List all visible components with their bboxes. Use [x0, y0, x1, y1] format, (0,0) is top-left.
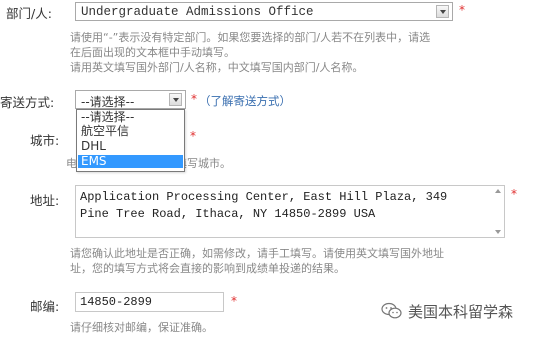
wechat-logo-icon	[381, 302, 403, 320]
shipping-label: 寄送方式:	[0, 95, 55, 110]
shipping-select[interactable]: --请选择--	[75, 90, 186, 109]
postcode-hint: 请仔细核对邮编，保证准确。	[70, 321, 213, 334]
shipping-dropdown-list[interactable]: --请选择-- 航空平信 DHL EMS	[76, 109, 185, 172]
department-hint-line: 在后面出现的文本框中手动填写。	[70, 46, 235, 59]
shipping-help-link[interactable]: （了解寄送方式）	[199, 93, 291, 109]
chevron-down-icon[interactable]	[169, 93, 182, 106]
address-line: Application Processing Center, East Hill…	[80, 190, 448, 204]
shipping-option[interactable]: 航空平信	[78, 125, 183, 138]
shipping-option-selected[interactable]: EMS	[78, 155, 183, 168]
shipping-required-mark: *	[191, 92, 197, 106]
address-hint-line: 请您确认此地址是否正确，如需修改，请手工填写。请使用英文填写国外地址	[70, 247, 444, 260]
postcode-required-mark: *	[231, 294, 237, 308]
address-textarea[interactable]: Application Processing Center, East Hill…	[75, 185, 505, 238]
department-select-value: Undergraduate Admissions Office	[81, 5, 314, 19]
scroll-down-icon[interactable]	[495, 230, 501, 234]
department-required-mark: *	[459, 3, 465, 17]
department-hint: 请使用“-”表示没有特定部门。如果您要选择的部门/人若不在列表中，请选 在后面出…	[70, 30, 430, 75]
scroll-up-icon[interactable]	[495, 189, 501, 193]
address-hint-line: 址，您的填写方式将会直接的影响到成绩单投递的结果。	[70, 262, 345, 275]
department-select[interactable]: Undergraduate Admissions Office	[75, 2, 453, 21]
postcode-label: 邮编:	[30, 299, 60, 314]
department-label: 部门/人:	[6, 6, 52, 21]
city-required-mark: *	[190, 129, 196, 143]
department-hint-line: 请用英文填写国外部门/人名称，中文填写国内部门/人名称。	[70, 61, 364, 74]
address-line: Pine Tree Road, Ithaca, NY 14850-2899 US…	[80, 207, 376, 221]
shipping-option[interactable]: --请选择--	[78, 111, 183, 124]
shipping-select-value: --请选择--	[81, 95, 135, 109]
postcode-value: 14850-2899	[80, 295, 153, 309]
address-required-mark: *	[511, 187, 517, 201]
watermark-text: 美国本科留学森	[408, 303, 514, 321]
postcode-input[interactable]: 14850-2899	[75, 292, 224, 312]
shipping-option[interactable]: DHL	[78, 140, 183, 153]
address-hint: 请您确认此地址是否正确，如需修改，请手工填写。请使用英文填写国外地址 址，您的填…	[70, 246, 444, 276]
chevron-down-icon[interactable]	[436, 5, 449, 18]
address-label: 地址:	[30, 193, 60, 208]
department-hint-line: 请使用“-”表示没有特定部门。如果您要选择的部门/人若不在列表中，请选	[70, 31, 431, 44]
city-label: 城市:	[30, 133, 60, 148]
